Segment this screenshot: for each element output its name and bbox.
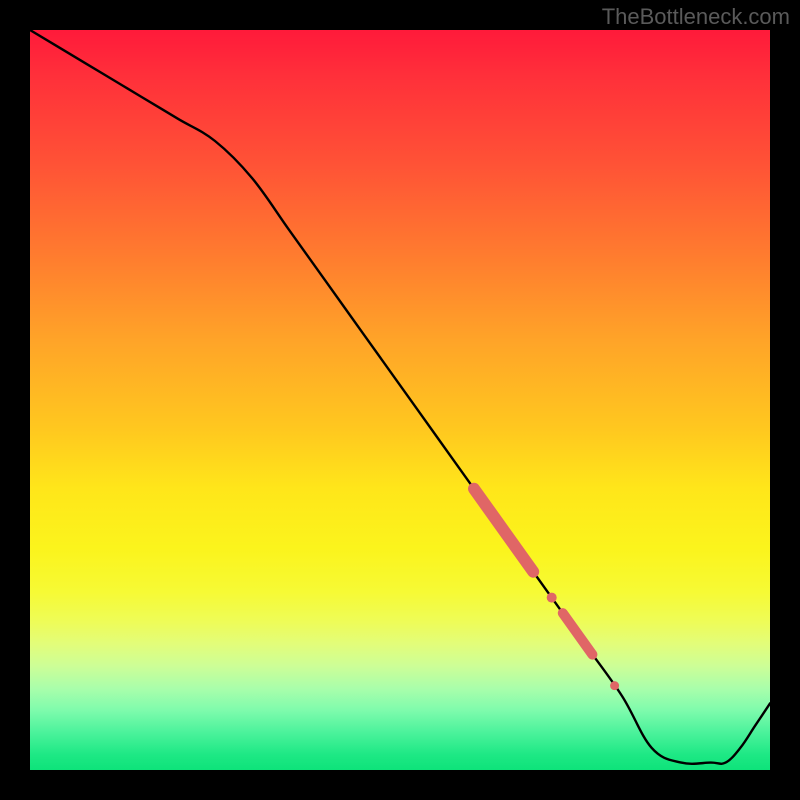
highlight-segment (563, 613, 593, 654)
watermark-text: TheBottleneck.com (602, 4, 790, 30)
curve-line (30, 30, 770, 764)
highlight-segment (474, 489, 533, 572)
chart-frame: TheBottleneck.com (0, 0, 800, 800)
highlight-dot (547, 593, 557, 603)
highlight-dot (610, 681, 619, 690)
chart-svg (30, 30, 770, 770)
gradient-background (30, 30, 770, 770)
